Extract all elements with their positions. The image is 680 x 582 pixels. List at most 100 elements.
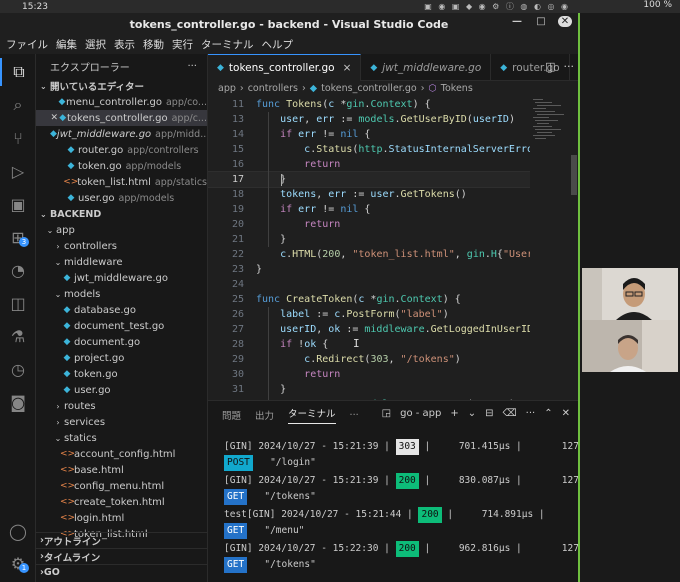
more-actions-icon[interactable]: ···	[564, 60, 575, 73]
menu-item[interactable]: ヘルプ	[262, 37, 294, 52]
tree-item[interactable]: ◆ document.go	[36, 334, 207, 350]
tree-item[interactable]: ⌄ statics	[36, 430, 207, 446]
go-section[interactable]: › GO	[36, 564, 207, 580]
tree-item[interactable]: › services	[36, 414, 207, 430]
menu-item[interactable]: 実行	[172, 37, 193, 52]
menu-item[interactable]: ファイル	[6, 37, 48, 52]
code-text: func Tokens(c *gin.Context) {	[256, 97, 431, 112]
tab-more[interactable]: ···	[350, 410, 359, 421]
new-terminal-icon[interactable]: +	[450, 408, 458, 419]
tree-item[interactable]: ◆ project.go	[36, 350, 207, 366]
remote-explorer-icon[interactable]: ▣	[0, 190, 36, 218]
close-window-icon[interactable]: ✕	[558, 16, 572, 27]
timeline-section[interactable]: › タイムライン	[36, 548, 207, 564]
minimap[interactable]	[530, 95, 570, 400]
database-icon[interactable]: ◫	[0, 289, 36, 317]
tree-item-label: document_test.go	[74, 320, 165, 332]
file-path: app/models	[125, 160, 182, 172]
menu-item[interactable]: 編集	[56, 37, 77, 52]
tree-item[interactable]: <> account_config.html	[36, 446, 207, 462]
code-token: ,	[316, 189, 329, 200]
docker-icon[interactable]: ◙	[0, 388, 36, 416]
log-line: test[GIN] 2024/10/27 - 15:21:44 | 200 | …	[224, 507, 578, 523]
tab-terminal[interactable]: ターミナル	[288, 406, 336, 424]
tree-item[interactable]: <> config_menu.html	[36, 478, 207, 494]
open-editors-section[interactable]: ⌄ 開いているエディター	[36, 78, 207, 94]
breadcrumb-symbol[interactable]: Tokens	[441, 83, 473, 94]
code-token: nil	[340, 204, 359, 215]
bottom-panel: 問題 出力 ターミナル ··· ◲ go - app + ⌄ ⊟ ⌫ ··· ⌃…	[208, 400, 578, 582]
tree-item[interactable]: ◆ user.go	[36, 382, 207, 398]
log-line-continued: POST "/login"	[224, 455, 316, 471]
editor-scrollbar[interactable]	[570, 95, 578, 400]
tab-tokens-controller[interactable]: ◆ tokens_controller.go ×	[208, 54, 362, 81]
close-tab-icon[interactable]: ×	[343, 62, 352, 74]
maximize-icon[interactable]: □	[534, 16, 548, 27]
tab-problems[interactable]: 問題	[222, 408, 241, 422]
tree-item[interactable]: › routes	[36, 398, 207, 414]
code-text: }	[256, 262, 262, 277]
more-actions-icon[interactable]: ···	[187, 61, 197, 72]
open-editor-item[interactable]: ◆ user.go app/models	[36, 190, 207, 206]
chevron-down-icon: ⌄	[54, 433, 62, 443]
timeline-icon[interactable]: ◷	[0, 355, 36, 383]
menu-item[interactable]: 選択	[85, 37, 106, 52]
run-debug-icon[interactable]: ▷	[0, 157, 36, 185]
account-icon[interactable]: ◯	[0, 517, 36, 545]
explorer-icon[interactable]: ⧉	[0, 58, 36, 86]
github-icon[interactable]: ◔	[0, 256, 36, 284]
tree-item[interactable]: ⌄ app	[36, 222, 207, 238]
close-panel-icon[interactable]: ✕	[562, 408, 570, 419]
menu-item[interactable]: ターミナル	[201, 37, 254, 52]
minimize-icon[interactable]: —	[510, 16, 524, 27]
tree-item[interactable]: ◆ document_test.go	[36, 318, 207, 334]
tree-item[interactable]: <> create_token.html	[36, 494, 207, 510]
trash-icon[interactable]: ⌫	[503, 408, 517, 419]
menu-item[interactable]: 表示	[114, 37, 135, 52]
testing-icon[interactable]: ⚗	[0, 322, 36, 350]
tree-item[interactable]: ◆ token.go	[36, 366, 207, 382]
source-control-icon[interactable]: ⑂	[0, 124, 36, 152]
more-actions-icon[interactable]: ···	[526, 408, 536, 419]
terminal-dropdown-icon[interactable]: ⌄	[468, 408, 476, 419]
tree-item[interactable]: <> login.html	[36, 510, 207, 526]
window-title: tokens_controller.go - backend - Visual …	[129, 17, 449, 31]
tree-item[interactable]: <> base.html	[36, 462, 207, 478]
menu-item[interactable]: 移動	[143, 37, 164, 52]
scrollbar-thumb[interactable]	[571, 155, 577, 195]
code-text: }	[256, 232, 286, 247]
tree-item[interactable]: ⌄ middleware	[36, 254, 207, 270]
open-editor-item[interactable]: ✕ ◆ tokens_controller.go app/c...	[36, 110, 207, 126]
split-terminal-icon[interactable]: ⊟	[485, 408, 493, 419]
maximize-panel-icon[interactable]: ⌃	[544, 408, 552, 419]
tab-label: tokens_controller.go	[228, 62, 335, 74]
project-section[interactable]: ⌄ BACKEND	[36, 206, 207, 222]
open-editor-item[interactable]: ◆ jwt_middleware.go app/midd...	[36, 126, 207, 142]
tab-output[interactable]: 出力	[255, 408, 274, 422]
search-icon[interactable]: ⌕	[0, 91, 36, 119]
outline-label: アウトライン	[43, 536, 101, 548]
tree-item-label: controllers	[64, 240, 117, 252]
extensions-icon[interactable]: ⊞ 3	[0, 223, 36, 251]
tree-item[interactable]: ⌄ models	[36, 286, 207, 302]
code-editor[interactable]: 11 func Tokens(c *gin.Context) {13 user, …	[208, 95, 570, 400]
close-editor-icon[interactable]: ✕	[50, 113, 59, 123]
open-editor-item[interactable]: ◆ menu_controller.go app/co...	[36, 94, 207, 110]
breadcrumb-app[interactable]: app	[218, 83, 236, 94]
tree-item[interactable]: ◆ jwt_middleware.go	[36, 270, 207, 286]
open-editor-item[interactable]: ◆ router.go app/controllers	[36, 142, 207, 158]
breadcrumb-file[interactable]: tokens_controller.go	[321, 83, 417, 94]
tray-icons: ▣ ◉ ▣ ◆ ◉ ⚙ ⓘ ◍ ◐ ◎ ◉	[424, 2, 570, 11]
tab-jwt-middleware[interactable]: ◆ jwt_middleware.go	[361, 54, 492, 81]
go-file-icon: ◆	[58, 97, 66, 107]
tree-item[interactable]: ◆ database.go	[36, 302, 207, 318]
settings-icon[interactable]: ⚙ 1	[0, 549, 36, 577]
open-editor-item[interactable]: ◆ token.go app/models	[36, 158, 207, 174]
explorer-icon-glyph: ⧉	[13, 62, 25, 81]
split-editor-icon[interactable]: ◫	[545, 60, 555, 73]
open-editor-item[interactable]: <> token_list.html app/statics	[36, 174, 207, 190]
terminal-name[interactable]: go - app	[400, 408, 441, 419]
tree-item[interactable]: › controllers	[36, 238, 207, 254]
breadcrumb-controllers[interactable]: controllers	[248, 83, 298, 94]
outline-section[interactable]: › アウトライン	[36, 532, 207, 548]
